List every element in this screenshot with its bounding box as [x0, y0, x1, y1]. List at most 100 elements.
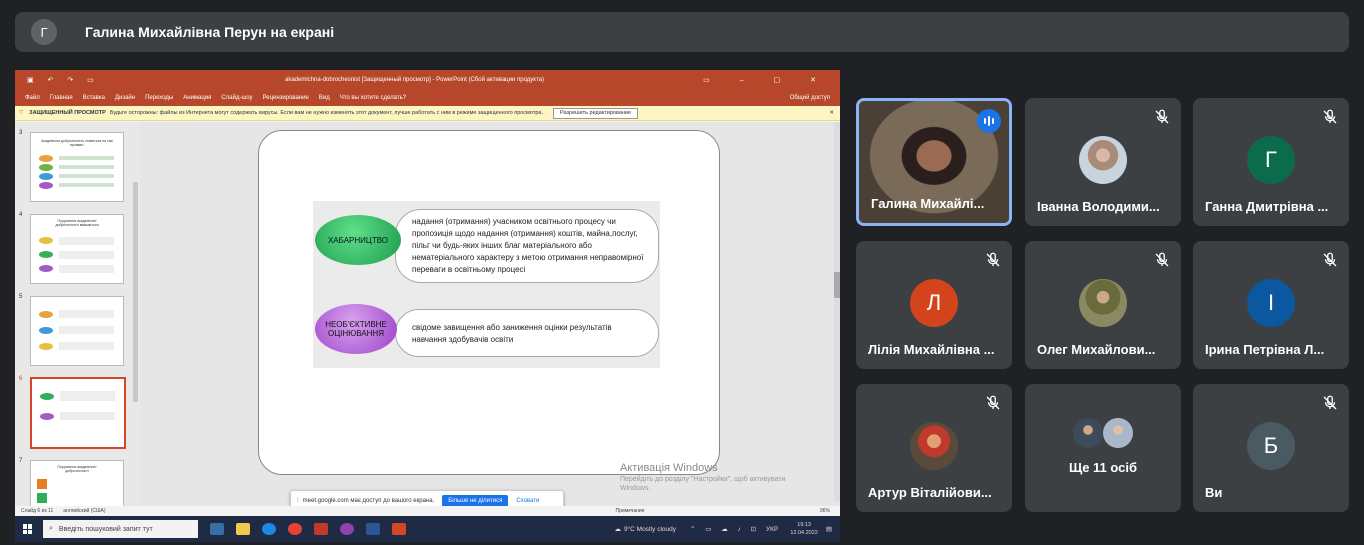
- thumb-number: 6: [19, 376, 23, 382]
- word-icon[interactable]: [366, 523, 380, 535]
- menu-transitions[interactable]: Переходы: [145, 95, 173, 101]
- participant-tile[interactable]: Іванна Володими...: [1025, 98, 1181, 226]
- menu-slideshow[interactable]: Слайд-шоу: [221, 95, 252, 101]
- menu-file[interactable]: Файл: [25, 95, 40, 101]
- thumb-shape: [39, 311, 53, 318]
- participant-tile-self[interactable]: Б Ви: [1193, 384, 1349, 512]
- notes-button[interactable]: Примечания: [616, 508, 645, 514]
- zoom-level[interactable]: 96%: [820, 508, 830, 514]
- thumb-shape: [40, 413, 54, 420]
- thumbnail-slide-6[interactable]: [30, 377, 126, 449]
- chrome-icon[interactable]: [288, 523, 302, 535]
- thumb-number: 3: [19, 130, 23, 136]
- edge-icon[interactable]: [262, 523, 276, 535]
- oval-bribery: ХАБАРНИЦТВО: [315, 215, 401, 265]
- mic-off-icon: [1155, 109, 1169, 124]
- enable-editing-button[interactable]: Разрешить редактирование: [553, 107, 639, 119]
- participant-tile[interactable]: І Ірина Петрівна Л...: [1193, 241, 1349, 369]
- taskbar-clock[interactable]: 19:13 12.04.2022: [790, 521, 818, 537]
- file-explorer-icon[interactable]: [236, 523, 250, 535]
- menu-design[interactable]: Дизайн: [115, 95, 135, 101]
- thumb-shape: [37, 479, 47, 489]
- thumbnail-slide-5[interactable]: [30, 296, 124, 366]
- share-button[interactable]: Общий доступ: [790, 95, 830, 101]
- avatar: [910, 422, 958, 470]
- more-participants-tile[interactable]: Ще 11 осіб: [1025, 384, 1181, 512]
- search-icon: ⌕: [49, 525, 53, 532]
- shield-icon: ⛉: [19, 109, 24, 116]
- weather-icon: ☁: [614, 526, 621, 533]
- window-title: akademichna-dobrochesnist [Защищенный пр…: [285, 77, 544, 83]
- clock-date: 12.04.2022: [790, 530, 818, 536]
- filezilla-icon[interactable]: [314, 523, 328, 535]
- thumb-shape: [59, 342, 114, 350]
- thumb-shape: [39, 327, 53, 334]
- hide-notice-button[interactable]: Сховати: [516, 498, 539, 504]
- thumb-shape: [39, 155, 53, 162]
- slide-thumbnails: 3 Академічна доброчесність ставиться на …: [15, 122, 140, 522]
- canvas-scrollbar[interactable]: [834, 122, 840, 502]
- menu-home[interactable]: Главная: [50, 95, 73, 101]
- windows-start-icon[interactable]: [23, 524, 33, 534]
- protected-view-bar: ⛉ ЗАЩИЩЕННЫЙ ПРОСМОТР Будьте осторожны: …: [15, 106, 840, 121]
- oval-biased-assessment: НЕОБ'ЄКТИВНЕ ОЦІНЮВАННЯ: [315, 304, 397, 354]
- participant-name: Ірина Петрівна Л...: [1205, 342, 1325, 357]
- participant-tile[interactable]: Л Лілія Михайлівна ...: [856, 241, 1012, 369]
- notifications-icon[interactable]: ▤: [826, 525, 832, 533]
- taskbar-search[interactable]: ⌕ Введіть пошуковий запит тут: [43, 520, 198, 538]
- powerpoint-statusbar: Слайд 6 из 11 английский (США) Примечани…: [15, 506, 840, 516]
- powerpoint-icon[interactable]: [392, 523, 406, 535]
- thumb-shape: [59, 251, 114, 259]
- thumbnail-scrollbar[interactable]: [133, 182, 138, 402]
- menu-view[interactable]: Вид: [319, 95, 330, 101]
- thumb-shape: [59, 265, 114, 273]
- drag-handle-icon[interactable]: ⁞: [297, 498, 299, 504]
- thumbnail-slide-3[interactable]: Академічна доброчесність ставиться на та…: [30, 132, 124, 202]
- participant-tile[interactable]: Артур Віталійови...: [856, 384, 1012, 512]
- warning-text: Будьте осторожны: файлы из Интернета мог…: [109, 110, 543, 116]
- participant-tile[interactable]: Олег Михайлови...: [1025, 241, 1181, 369]
- thumb-shape: [59, 326, 114, 334]
- thumb-shape: [60, 412, 115, 420]
- definition-box-biased-assessment: свідоме завищення або заниження оцінки р…: [395, 309, 659, 357]
- mic-off-icon: [986, 395, 1000, 410]
- task-view-icon[interactable]: [210, 523, 224, 535]
- participant-name: Ганна Дмитрівна ...: [1205, 199, 1329, 214]
- thumbnail-slide-4[interactable]: Порушення академічної доброчесності вваж…: [30, 214, 124, 284]
- windows-taskbar: ⌕ Введіть пошуковий запит тут ☁ 9°C Most…: [15, 516, 840, 542]
- slide-diagram: надання (отримання) учасником освітнього…: [313, 201, 660, 368]
- menu-animation[interactable]: Анимация: [183, 95, 211, 101]
- presenter-title: Галина Михайлівна Перун на екрані: [85, 24, 335, 40]
- participant-name: Ви: [1205, 485, 1223, 500]
- mic-off-icon: [1323, 395, 1337, 410]
- participant-name: Галина Михайлі...: [871, 196, 985, 211]
- thumb-shape: [59, 156, 114, 160]
- thumb-shape: [39, 251, 53, 258]
- presenter-bar: Г Галина Михайлівна Перун на екрані: [15, 12, 1349, 52]
- tell-me-search[interactable]: Что вы хотите сделать?: [340, 95, 406, 101]
- shared-screen: ▣ ↶ ↷ ▭ akademichna-dobrochesnist [Защищ…: [15, 70, 840, 542]
- speaking-indicator-icon: [977, 109, 1001, 133]
- viber-icon[interactable]: [340, 523, 354, 535]
- input-language[interactable]: УКР: [766, 526, 778, 533]
- thumb-shape: [59, 310, 114, 318]
- participant-name: Олег Михайлови...: [1037, 342, 1156, 357]
- thumb-shape: [59, 237, 114, 245]
- close-icon[interactable]: ✕: [829, 110, 834, 116]
- tray-icons[interactable]: ⌃ ▭ ☁ ♪ ⊡: [690, 525, 760, 533]
- menu-insert[interactable]: Вставка: [83, 95, 105, 101]
- thumb-shape: [60, 391, 115, 401]
- slide-canvas: надання (отримання) учасником освітнього…: [140, 122, 840, 520]
- scrollbar-thumb[interactable]: [834, 272, 840, 298]
- quick-access-icons: ▣ ↶ ↷ ▭: [27, 77, 100, 84]
- participant-tile-speaker[interactable]: Галина Михайлі...: [856, 98, 1012, 226]
- menu-review[interactable]: Рецензирование: [263, 95, 309, 101]
- thumb-shape: [59, 183, 114, 187]
- thumb-number: 5: [19, 294, 23, 300]
- participant-tile[interactable]: Г Ганна Дмитрівна ...: [1193, 98, 1349, 226]
- weather-text[interactable]: 9°C Mostly cloudy: [624, 526, 676, 533]
- thumb-title: Академічна доброчесність ставиться на та…: [41, 139, 113, 147]
- thumb-shape: [39, 237, 53, 244]
- avatar: Г: [1247, 136, 1295, 184]
- ribbon-menu: Файл Главная Вставка Дизайн Переходы Ани…: [15, 90, 840, 106]
